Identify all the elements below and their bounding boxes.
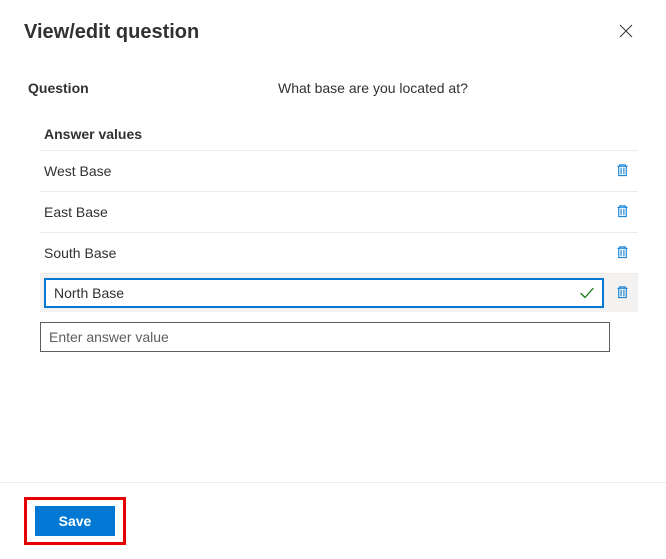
new-answer-row — [40, 322, 638, 352]
new-answer-input[interactable] — [40, 322, 610, 352]
delete-answer-button[interactable] — [610, 159, 634, 183]
save-highlight-box: Save — [24, 497, 126, 545]
dialog-content: Question What base are you located at? A… — [0, 56, 666, 482]
trash-icon — [615, 284, 630, 303]
trash-icon — [615, 203, 630, 222]
delete-answer-button[interactable] — [610, 241, 634, 265]
answer-value: East Base — [44, 204, 108, 220]
question-label: Question — [28, 80, 278, 96]
view-edit-question-dialog: View/edit question Question What base ar… — [0, 0, 666, 559]
answers-header: Answer values — [40, 120, 638, 151]
answers-section: Answer values West Base East Base — [40, 120, 638, 352]
answer-input[interactable] — [54, 285, 578, 301]
dialog-title: View/edit question — [24, 21, 199, 44]
answer-row: East Base — [40, 192, 638, 233]
answer-row: South Base — [40, 233, 638, 274]
close-button[interactable] — [610, 16, 642, 48]
question-text: What base are you located at? — [278, 80, 468, 96]
answer-row: West Base — [40, 151, 638, 192]
trash-icon — [615, 244, 630, 263]
answer-editing-row — [40, 274, 638, 312]
dialog-header: View/edit question — [0, 0, 666, 56]
close-icon — [619, 24, 633, 41]
trash-icon — [615, 162, 630, 181]
answer-value: West Base — [44, 163, 111, 179]
save-button[interactable]: Save — [35, 506, 115, 536]
answer-input-wrap — [44, 278, 604, 308]
answer-value: South Base — [44, 245, 116, 261]
question-row: Question What base are you located at? — [28, 80, 638, 96]
delete-answer-button[interactable] — [610, 281, 634, 305]
dialog-footer: Save — [0, 482, 666, 559]
delete-answer-button[interactable] — [610, 200, 634, 224]
checkmark-icon[interactable] — [578, 284, 596, 302]
